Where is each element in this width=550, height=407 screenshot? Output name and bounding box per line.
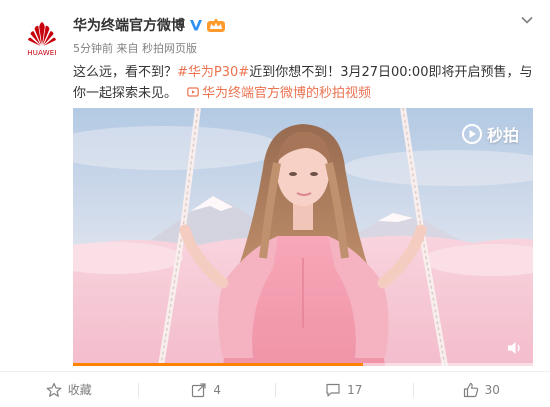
volume-icon[interactable] bbox=[507, 341, 523, 355]
forward-button[interactable]: 4 bbox=[137, 372, 276, 407]
post-text: 这么远，看不到？#华为P30#近到你想不到！3月27日00:00即将开启预售，与… bbox=[73, 62, 533, 104]
post-meta: 5分钟前 来自 秒拍网页版 bbox=[73, 42, 197, 55]
user-name[interactable]: 华为终端官方微博 bbox=[73, 15, 185, 35]
miaopai-logo-icon bbox=[461, 124, 482, 144]
like-button[interactable]: 30 bbox=[412, 372, 550, 407]
user-line: 华为终端官方微博 bbox=[73, 15, 226, 35]
like-count: 30 bbox=[484, 382, 500, 397]
video-link[interactable]: 华为终端官方微博的秒拍视频 bbox=[202, 86, 371, 101]
share-icon bbox=[192, 382, 207, 397]
avatar[interactable]: HUAWEI bbox=[26, 18, 58, 58]
star-icon bbox=[46, 382, 62, 397]
verified-v-icon bbox=[190, 20, 202, 31]
thumbs-up-icon bbox=[463, 382, 478, 397]
video-frame bbox=[73, 108, 533, 366]
favorite-button[interactable]: 收藏 bbox=[0, 372, 138, 407]
forward-count: 4 bbox=[213, 382, 222, 397]
comment-count: 17 bbox=[347, 382, 363, 397]
avatar-brand-text: HUAWEI bbox=[27, 49, 57, 57]
post-text-before: 这么远，看不到？ bbox=[73, 65, 178, 80]
video-link-icon bbox=[187, 87, 199, 97]
chevron-down-icon[interactable] bbox=[520, 13, 534, 27]
video-watermark: 秒拍 bbox=[461, 122, 519, 146]
hashtag-link[interactable]: #华为P30# bbox=[177, 65, 249, 80]
favorite-label: 收藏 bbox=[67, 383, 92, 397]
video-progress-fill bbox=[73, 363, 363, 366]
weibo-post-card: HUAWEI 华为终端官方微博 5分钟前 来自 秒拍网页版 这么远，看不到？#华… bbox=[0, 0, 550, 407]
comment-button[interactable]: 17 bbox=[275, 372, 413, 407]
video-player[interactable]: 秒拍 bbox=[73, 108, 533, 366]
member-crown-icon[interactable] bbox=[206, 18, 226, 33]
huawei-logo-icon bbox=[28, 22, 56, 46]
comment-icon bbox=[326, 383, 340, 397]
action-bar: 收藏 4 17 30 bbox=[0, 371, 550, 407]
video-logo-text: 秒拍 bbox=[486, 126, 519, 145]
video-progress-bar[interactable] bbox=[73, 363, 533, 366]
